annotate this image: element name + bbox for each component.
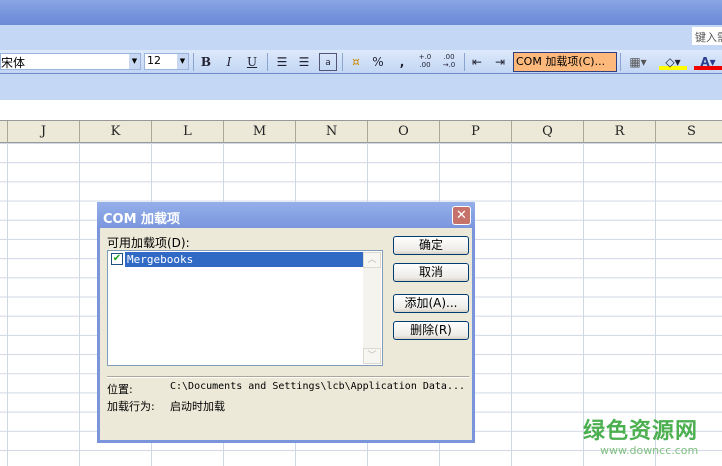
ok-button[interactable]: 确定	[393, 236, 469, 255]
watermark-logo: 绿色资源网	[583, 419, 699, 444]
divider	[342, 53, 343, 71]
watermark-url: www.downcc.com	[600, 444, 699, 457]
dialog-title: COM 加载项	[97, 202, 475, 228]
menu-bar	[0, 25, 722, 50]
chevron-down-icon[interactable]: ▼	[129, 54, 140, 69]
divider	[193, 53, 194, 71]
gridline	[79, 143, 80, 466]
app-title-bar	[0, 0, 722, 25]
merge-center-icon[interactable]: a	[319, 53, 337, 71]
close-icon[interactable]: ✕	[452, 206, 471, 225]
chevron-up-icon[interactable]: ︿	[363, 252, 381, 268]
bold-button[interactable]: B	[198, 53, 214, 71]
location-value: C:\Documents and Settings\lcb\Applicatio…	[170, 381, 466, 392]
fill-color-icon[interactable]: ◇▾	[659, 53, 687, 70]
decrease-indent-icon[interactable]: ⇤	[469, 53, 485, 71]
column-header[interactable]: N	[296, 121, 368, 143]
com-addins-dialog: COM 加载项 ✕ 可用加载项(D): ✔ Mergebooks ︿ ﹀ 确定 …	[97, 202, 475, 443]
font-size-select[interactable]: 12 ▼	[144, 53, 189, 70]
chevron-down-icon[interactable]: ▼	[177, 54, 188, 69]
align-center-icon[interactable]: ☰	[274, 53, 290, 71]
add-button[interactable]: 添加(A)...	[393, 294, 469, 313]
addin-name: Mergebooks	[125, 252, 363, 267]
column-headers: J K L M N O P Q R S	[0, 120, 722, 143]
underline-button[interactable]: U	[244, 53, 260, 71]
font-value: 宋体	[1, 56, 26, 70]
scrollbar[interactable]: ︿ ﹀	[363, 252, 381, 364]
font-size-value: 12	[147, 54, 161, 67]
column-header[interactable]: Q	[512, 121, 584, 143]
column-header[interactable]: R	[584, 121, 656, 143]
decrease-decimal-button[interactable]: .00 →.0	[440, 53, 458, 71]
column-header[interactable]: J	[8, 121, 80, 143]
list-item[interactable]: ✔ Mergebooks	[109, 252, 363, 267]
increase-indent-icon[interactable]: ⇥	[492, 53, 508, 71]
increase-decimal-button[interactable]: +.0 .00	[416, 53, 434, 71]
font-select[interactable]: 宋体 ▼	[0, 53, 141, 70]
column-header[interactable]: O	[368, 121, 440, 143]
divider	[107, 376, 469, 378]
italic-button[interactable]: I	[221, 53, 237, 71]
column-header[interactable]: P	[440, 121, 512, 143]
currency-icon[interactable]: ¤	[347, 53, 365, 71]
checkbox[interactable]: ✔	[111, 253, 123, 265]
gridline	[7, 143, 8, 466]
gridline	[511, 143, 512, 466]
column-header[interactable]	[0, 121, 8, 143]
behavior-value: 启动时加载	[170, 400, 225, 413]
borders-icon[interactable]: ▦▾	[626, 53, 650, 71]
remove-button[interactable]: 删除(R)	[393, 321, 469, 340]
column-header[interactable]: M	[224, 121, 296, 143]
chevron-down-icon[interactable]: ﹀	[363, 348, 381, 364]
addins-listbox[interactable]: ✔ Mergebooks ︿ ﹀	[107, 250, 383, 366]
ask-question-box[interactable]: 键入需	[692, 27, 722, 45]
formula-bar-area	[0, 74, 722, 100]
cancel-button[interactable]: 取消	[393, 263, 469, 282]
behavior-label: 加载行为:	[107, 400, 155, 413]
com-addins-button[interactable]: COM 加载项(C)...	[513, 52, 617, 72]
divider	[620, 53, 621, 71]
available-addins-label: 可用加载项(D):	[107, 236, 190, 250]
location-label: 位置:	[107, 383, 133, 396]
font-color-icon[interactable]: A▾	[694, 53, 722, 70]
column-header[interactable]: L	[152, 121, 224, 143]
percent-button[interactable]: %	[370, 53, 386, 71]
divider	[464, 53, 465, 71]
column-header[interactable]: K	[80, 121, 152, 143]
align-right-icon[interactable]: ☰	[296, 53, 312, 71]
comma-button[interactable]: ,	[397, 53, 407, 71]
divider	[267, 53, 268, 71]
column-header[interactable]: S	[656, 121, 722, 143]
